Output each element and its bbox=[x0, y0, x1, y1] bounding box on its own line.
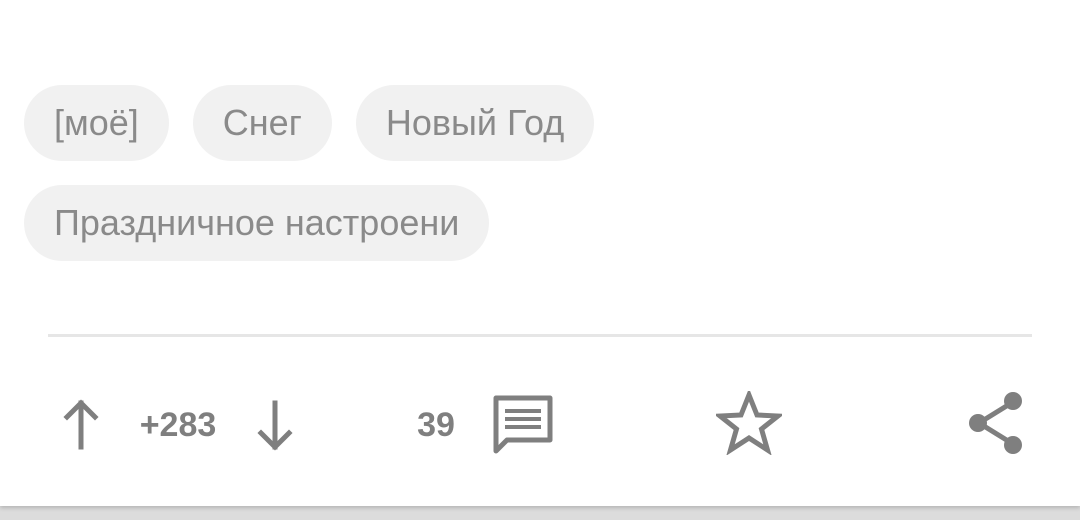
tag-chip[interactable]: Праздничное настроени bbox=[24, 185, 490, 261]
comments-button[interactable] bbox=[488, 388, 558, 460]
post-title-cropped bbox=[74, 0, 394, 8]
divider bbox=[48, 334, 1032, 337]
tag-chip[interactable]: [моё] bbox=[24, 85, 169, 161]
comment-icon bbox=[493, 395, 553, 454]
upvote-button[interactable] bbox=[52, 390, 110, 460]
arrow-down-icon bbox=[257, 400, 293, 451]
tag-chip[interactable]: Новый Год bbox=[355, 85, 595, 161]
post-actions-bar: +283 39 bbox=[0, 380, 1080, 470]
share-button[interactable] bbox=[960, 386, 1030, 460]
arrow-up-icon bbox=[63, 399, 99, 450]
tag-list: [моё] Снег Новый Год Праздничное настрое… bbox=[24, 85, 1056, 261]
star-icon bbox=[716, 391, 782, 455]
save-button[interactable] bbox=[712, 386, 786, 460]
comments-count: 39 bbox=[417, 405, 455, 444]
tag-chip[interactable]: Снег bbox=[192, 85, 332, 161]
share-icon bbox=[969, 392, 1022, 454]
rating-count: +283 bbox=[139, 405, 217, 444]
downvote-button[interactable] bbox=[246, 390, 304, 460]
post-card: [моё] Снег Новый Год Праздничное настрое… bbox=[0, 0, 1080, 506]
